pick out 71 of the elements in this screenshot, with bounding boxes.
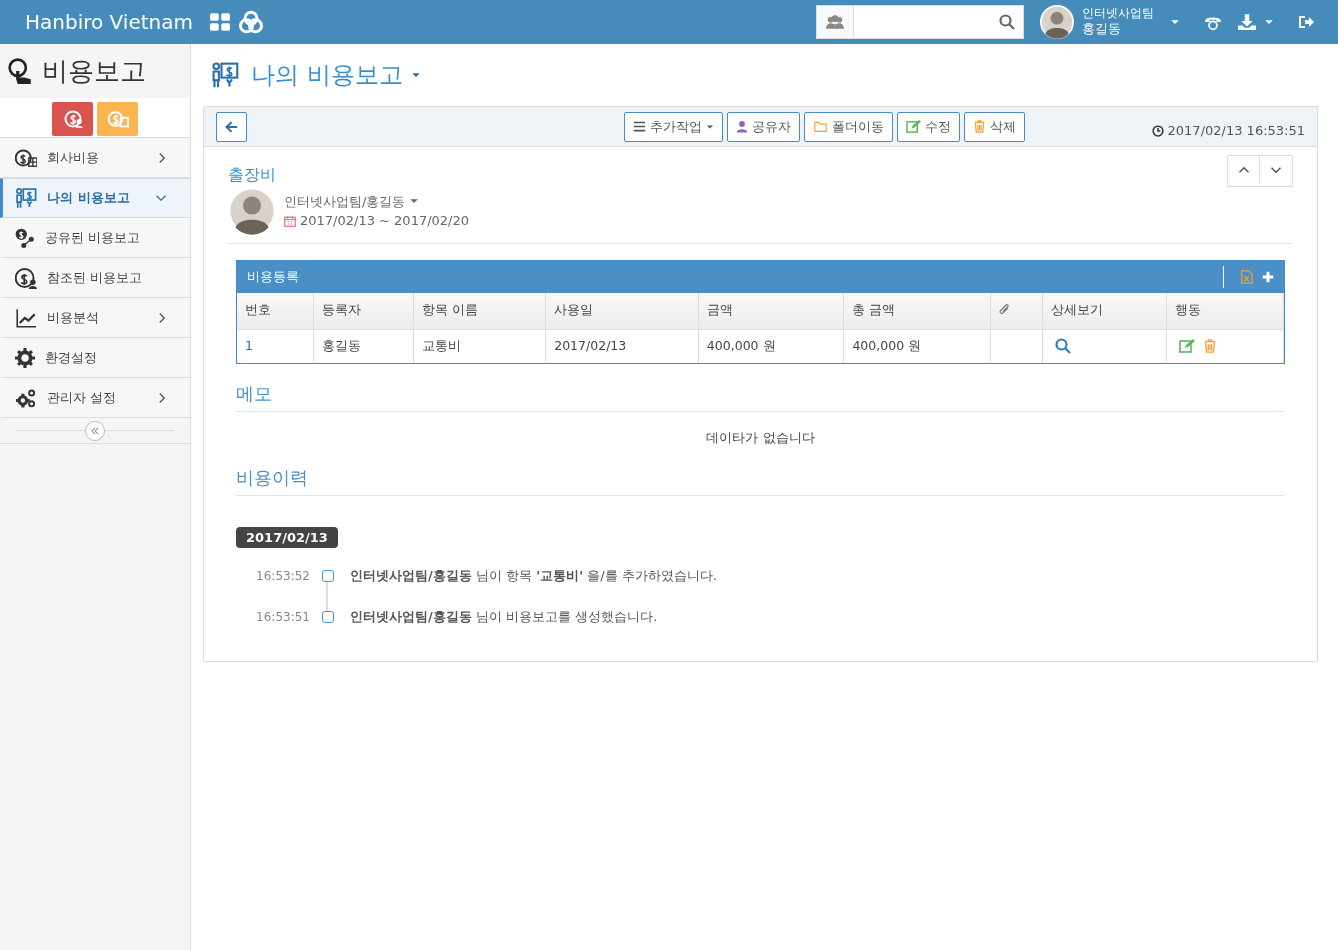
sidebar-item[interactable]: 나의 비용보고 — [0, 178, 190, 218]
presentation-board-icon — [15, 187, 37, 209]
presentation-board-icon — [211, 61, 239, 89]
toolbar-button[interactable]: 삭제 — [963, 111, 1025, 142]
trash-icon — [972, 119, 986, 134]
table-cell: 400,000 원 — [706, 337, 776, 353]
empty-message: 데이타가 없습니다 — [705, 429, 816, 447]
search-field[interactable] — [816, 5, 1024, 39]
trash-icon[interactable] — [1203, 338, 1218, 355]
clock-icon — [1151, 124, 1164, 137]
column-header: 등록자 — [322, 302, 362, 318]
back-arrow-icon — [225, 119, 238, 134]
gears-icon — [15, 387, 37, 408]
coin-share-icon — [15, 227, 35, 248]
author-name[interactable]: 인터넷사업팀/홍길동 — [284, 191, 406, 211]
app-title: 비용보고 — [42, 54, 146, 88]
line-chart-icon — [15, 307, 37, 328]
download-icon[interactable] — [1238, 13, 1256, 31]
column-header: 행동 — [1175, 302, 1202, 318]
table-cell: 400,000 원 — [852, 337, 922, 353]
collapse-sidebar-button[interactable] — [85, 420, 105, 441]
folder-icon — [812, 120, 828, 133]
column-header: 총 금액 — [852, 302, 896, 318]
double-chevron-left-icon — [90, 425, 100, 436]
gear-icon — [15, 347, 35, 368]
search-icon[interactable] — [999, 14, 1015, 30]
interlocking-rings-icon[interactable] — [238, 10, 263, 34]
plus-icon[interactable] — [1262, 271, 1274, 283]
timestamp: 2017/02/13 16:53:51 — [1167, 121, 1305, 140]
toolbar-button[interactable]: 폴더이동 — [803, 111, 893, 142]
entry-time: 16:53:52 — [255, 567, 310, 585]
entry-time: 16:53:51 — [255, 608, 310, 626]
report-period: 2017/02/13 ~ 2017/02/20 — [300, 212, 469, 230]
edit-icon[interactable] — [1179, 338, 1196, 355]
grid-icon[interactable] — [208, 12, 231, 32]
back-button[interactable] — [216, 111, 247, 142]
column-header: 금액 — [706, 302, 733, 318]
section-title: 메모 — [236, 380, 1285, 412]
toolbar-button[interactable]: 공유자 — [726, 111, 800, 142]
report-title: 출장비 — [228, 164, 276, 186]
entry-text: 인터넷사업팀/홍길동 님이 항목 '교통비' 을/를 추가하였습니다. — [350, 566, 717, 585]
column-header: 번호 — [245, 302, 271, 318]
date-label: 2017/02/13 — [236, 526, 338, 548]
brand-name[interactable]: Hanbiro Vietnam — [0, 7, 193, 37]
table-title: 비용등록 — [247, 268, 300, 287]
timeline-marker — [322, 569, 334, 582]
personal-expense-button[interactable] — [52, 102, 93, 136]
table-cell: 교통비 — [421, 337, 461, 353]
toolbar-button[interactable]: 추가작업 — [623, 111, 723, 142]
avatar — [228, 187, 276, 235]
section-title: 비용이력 — [236, 463, 1285, 496]
avatar — [1040, 5, 1074, 39]
calendar-icon — [284, 214, 296, 227]
table-cell: 1 — [245, 337, 253, 353]
edit-icon — [905, 119, 921, 134]
person-icon — [735, 120, 748, 133]
coin-person-icon — [15, 266, 37, 289]
entry-text: 인터넷사업팀/홍길동 님이 비용보고를 생성했습니다. — [350, 607, 658, 626]
column-header: 항목 이름 — [421, 302, 478, 318]
view-details-icon[interactable] — [1054, 338, 1071, 355]
logout-icon[interactable] — [1298, 14, 1314, 30]
table-cell: 홍길동 — [322, 337, 362, 353]
column-header: 상세보기 — [1050, 302, 1103, 318]
people-icon[interactable] — [825, 13, 845, 31]
user-name[interactable]: 홍길동 — [1082, 21, 1154, 38]
timeline-marker — [322, 610, 334, 623]
column-header: 사용일 — [554, 302, 594, 318]
menu-icon — [632, 120, 646, 133]
user-team[interactable]: 인터넷사업팀 — [1082, 6, 1154, 22]
table-cell: 2017/02/13 — [554, 337, 627, 353]
toolbar-button[interactable]: 수정 — [896, 111, 960, 142]
